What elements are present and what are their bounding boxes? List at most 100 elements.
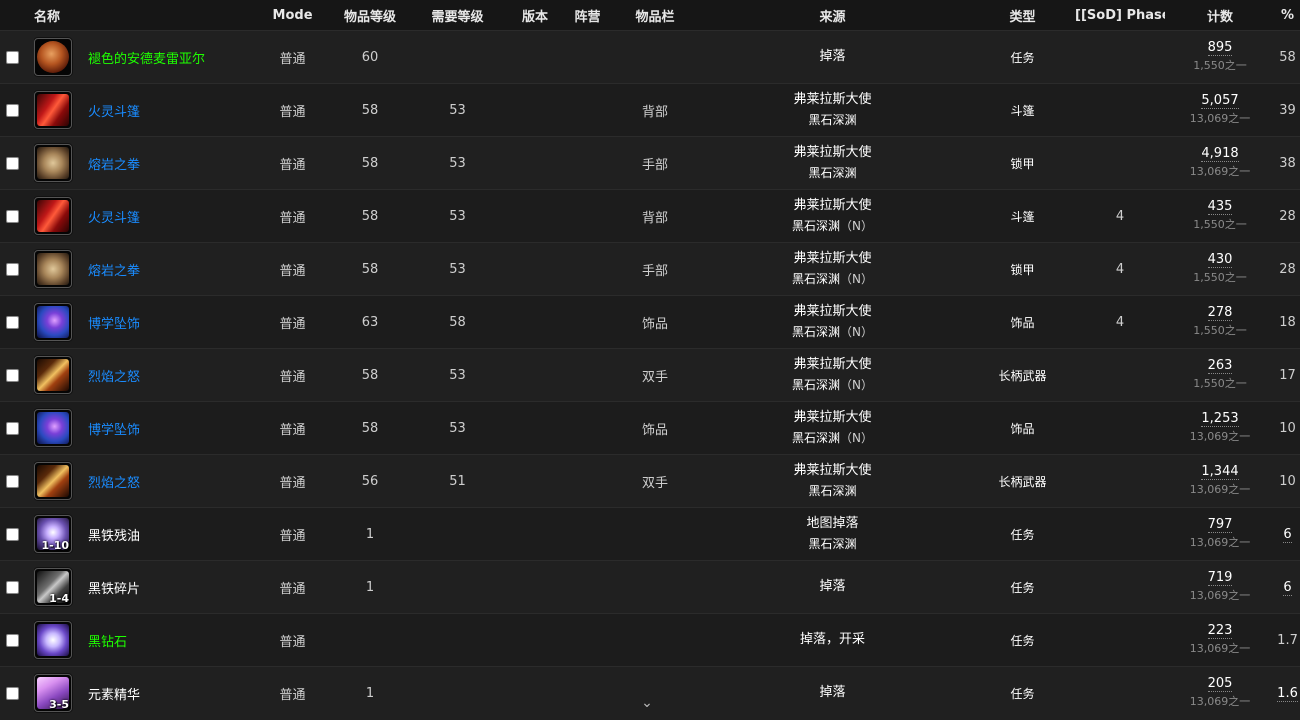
table-row[interactable]: 褪色的安德麦雷亚尔 普通 60 掉落 任务 895 1,550之一 58 (0, 30, 1300, 84)
table-row[interactable]: 3-5 元素精华 普通 1 掉落 任务 205 13,069之一 1.6 (0, 666, 1300, 720)
header-item-level[interactable]: 物品等级 (335, 0, 406, 31)
table-row[interactable]: 熔岩之拳 普通 58 53 手部 弗莱拉斯大使 黑石深渊（N） 锁甲 4 430 1,550之一 28 (0, 242, 1300, 296)
header-faction[interactable]: 阵营 (560, 0, 616, 31)
item-name-link[interactable]: 博学坠饰 (88, 317, 140, 332)
source-cell: 弗莱拉斯大使黑石深渊 (695, 137, 970, 190)
source-zone[interactable]: 黑石深渊（N） (695, 269, 970, 289)
header-required-level[interactable]: 需要等级 (405, 0, 511, 31)
header-count[interactable]: 计数 (1165, 0, 1276, 31)
item-name-link[interactable]: 火灵斗篷 (88, 211, 140, 226)
table-row[interactable]: 黑钻石 普通 掉落，开采 任务 223 13,069之一 1.7 (0, 613, 1300, 667)
table-row[interactable]: 熔岩之拳 普通 58 53 手部 弗莱拉斯大使 黑石深渊 锁甲 4,918 13,069之一 38 (0, 136, 1300, 190)
source-primary[interactable]: 弗莱拉斯大使 (695, 196, 970, 216)
item-name-link[interactable]: 火灵斗篷 (88, 105, 140, 120)
item-name-link[interactable]: 熔岩之拳 (88, 264, 140, 279)
polearm-icon[interactable] (34, 356, 72, 394)
gem-icon[interactable] (34, 621, 72, 659)
header-version[interactable]: 版本 (510, 0, 561, 31)
source-primary[interactable]: 掉落 (695, 683, 970, 703)
source-zone-name[interactable]: 黑石深渊 (792, 325, 840, 339)
item-name-link[interactable]: 黑钻石 (88, 635, 127, 650)
source-zone-mode: （N） (840, 325, 874, 339)
source-zone[interactable]: 黑石深渊 (695, 534, 970, 554)
table-row[interactable]: 火灵斗篷 普通 58 53 背部 弗莱拉斯大使 黑石深渊（N） 斗篷 4 435 1,550之一 28 (0, 189, 1300, 243)
row-checkbox[interactable] (6, 103, 19, 117)
header-phase[interactable]: [[SoD] Phase] (1075, 0, 1166, 31)
source-primary[interactable]: 弗莱拉斯大使 (695, 408, 970, 428)
row-checkbox[interactable] (6, 209, 19, 223)
row-checkbox[interactable] (6, 527, 19, 541)
source-zone-name[interactable]: 黑石深渊 (792, 431, 840, 445)
source-zone[interactable]: 黑石深渊（N） (695, 322, 970, 342)
fist-icon[interactable] (34, 144, 72, 182)
header-type[interactable]: 类型 (970, 0, 1076, 31)
source-primary[interactable]: 弗莱拉斯大使 (695, 355, 970, 375)
polearm-icon[interactable] (34, 462, 72, 500)
fist-icon[interactable] (34, 250, 72, 288)
source-zone-name[interactable]: 黑石深渊 (792, 272, 840, 286)
source-primary[interactable]: 掉落 (695, 577, 970, 597)
item-name-link[interactable]: 烈焰之怒 (88, 476, 140, 491)
source-zone-name[interactable]: 黑石深渊 (809, 484, 857, 498)
header-mode[interactable]: Mode (250, 0, 336, 31)
shard-icon[interactable]: 1-4 (34, 568, 72, 606)
source-primary[interactable]: 弗莱拉斯大使 (695, 249, 970, 269)
cape-icon[interactable] (34, 197, 72, 235)
source-primary[interactable]: 弗莱拉斯大使 (695, 90, 970, 110)
row-checkbox[interactable] (6, 580, 19, 594)
oil-icon[interactable]: 1-10 (34, 515, 72, 553)
source-primary[interactable]: 掉落，开采 (695, 630, 970, 650)
table-row[interactable]: 烈焰之怒 普通 56 51 双手 弗莱拉斯大使 黑石深渊 长柄武器 1,344 13,069之一 1… (0, 454, 1300, 508)
source-zone[interactable]: 黑石深渊 (695, 163, 970, 183)
row-checkbox[interactable] (6, 474, 19, 488)
cape-icon[interactable] (34, 91, 72, 129)
header-source[interactable]: 来源 (695, 0, 971, 31)
item-name-link[interactable]: 黑铁碎片 (88, 582, 140, 597)
row-checkbox[interactable] (6, 368, 19, 382)
source-primary[interactable]: 弗莱拉斯大使 (695, 461, 970, 481)
source-zone-name[interactable]: 黑石深渊 (792, 378, 840, 392)
item-name-link[interactable]: 褪色的安德麦雷亚尔 (88, 52, 205, 67)
source-zone-name[interactable]: 黑石深渊 (792, 219, 840, 233)
header-slot[interactable]: 物品栏 (615, 0, 696, 31)
essence-icon[interactable]: 3-5 (34, 674, 72, 713)
source-zone[interactable]: 黑石深渊 (695, 481, 970, 501)
header-percent[interactable]: % (1275, 0, 1300, 31)
table-row[interactable]: 博学坠饰 普通 63 58 饰品 弗莱拉斯大使 黑石深渊（N） 饰品 4 278 1,550之一 18 (0, 295, 1300, 349)
source-zone[interactable]: 黑石深渊（N） (695, 375, 970, 395)
item-name-link[interactable]: 烈焰之怒 (88, 370, 140, 385)
pendant-icon[interactable] (34, 409, 72, 447)
source-primary[interactable]: 地图掉落 (695, 514, 970, 534)
header-name[interactable]: 名称 (0, 0, 251, 31)
table-row[interactable]: 1-10 黑铁残油 普通 1 地图掉落 黑石深渊 任务 797 13,069之一 6 (0, 507, 1300, 561)
source-zone[interactable]: 黑石深渊 (695, 110, 970, 130)
pendant-icon[interactable] (34, 303, 72, 341)
item-name-link[interactable]: 熔岩之拳 (88, 158, 140, 173)
source-primary[interactable]: 掉落 (695, 47, 970, 67)
item-name-link[interactable]: 博学坠饰 (88, 423, 140, 438)
coin-icon[interactable] (34, 38, 72, 76)
table-row[interactable]: 1-4 黑铁碎片 普通 1 掉落 任务 719 13,069之一 6 (0, 560, 1300, 614)
row-checkbox[interactable] (6, 50, 19, 64)
source-zone[interactable]: 黑石深渊（N） (695, 428, 970, 448)
chevron-down-icon[interactable]: ⌄ (641, 696, 653, 710)
slot-cell: 手部 (642, 157, 669, 173)
table-row[interactable]: 烈焰之怒 普通 58 53 双手 弗莱拉斯大使 黑石深渊（N） 长柄武器 263 1,550之一 1… (0, 348, 1300, 402)
table-row[interactable]: 博学坠饰 普通 58 53 饰品 弗莱拉斯大使 黑石深渊（N） 饰品 1,253 13,069之一… (0, 401, 1300, 455)
item-name-link[interactable]: 元素精华 (88, 688, 140, 703)
row-checkbox[interactable] (6, 262, 19, 276)
row-checkbox[interactable] (6, 156, 19, 170)
table-row[interactable]: 火灵斗篷 普通 58 53 背部 弗莱拉斯大使 黑石深渊 斗篷 5,057 13,069之一 39 (0, 83, 1300, 137)
source-zone[interactable]: 黑石深渊（N） (695, 216, 970, 236)
faction-cell (560, 243, 615, 296)
row-checkbox[interactable] (6, 315, 19, 329)
source-zone-name[interactable]: 黑石深渊 (809, 113, 857, 127)
source-zone-name[interactable]: 黑石深渊 (809, 166, 857, 180)
row-checkbox[interactable] (6, 633, 19, 647)
source-zone-name[interactable]: 黑石深渊 (809, 537, 857, 551)
source-primary[interactable]: 弗莱拉斯大使 (695, 143, 970, 163)
item-name-link[interactable]: 黑铁残油 (88, 529, 140, 544)
row-checkbox[interactable] (6, 421, 19, 435)
row-checkbox[interactable] (6, 686, 19, 700)
source-primary[interactable]: 弗莱拉斯大使 (695, 302, 970, 322)
